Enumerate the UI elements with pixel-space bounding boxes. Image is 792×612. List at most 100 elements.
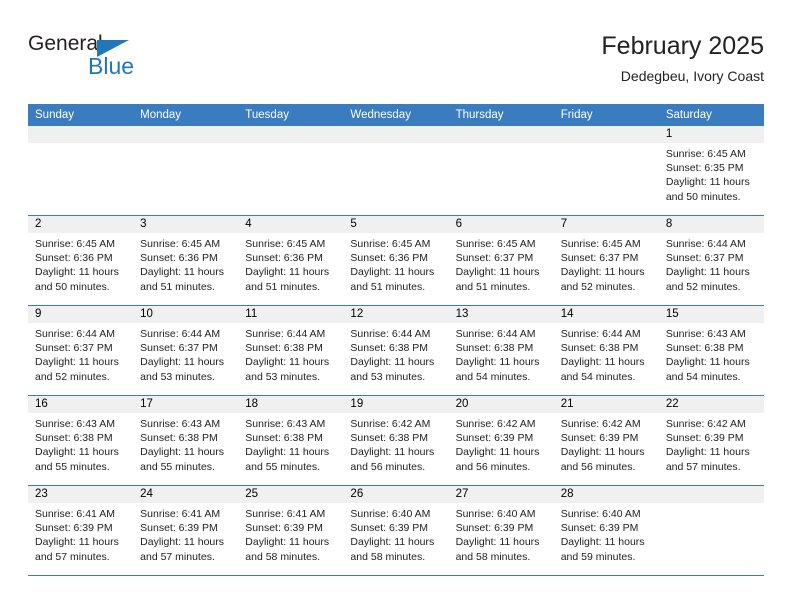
sunset-text: Sunset: 6:39 PM [350, 522, 429, 535]
sunset-text: Sunset: 6:37 PM [560, 252, 639, 265]
calendar-day-cell[interactable]: 9 Sunrise: 6:44 AM Sunset: 6:37 PM Daylight… [28, 305, 134, 396]
sunset-text: Sunset: 6:39 PM [665, 432, 744, 445]
daylight-text: Daylight: 11 hours and 51 minutes. [245, 266, 330, 293]
calendar-day-cell[interactable]: 8 Sunrise: 6:44 AM Sunset: 6:37 PM Daylight… [658, 215, 764, 306]
sunset-text: Sunset: 6:39 PM [245, 522, 323, 535]
calendar-day-cell[interactable]: 15 Sunrise: 6:43 AM Sunset: 6:38 PM Dayligh… [658, 305, 764, 396]
calendar-week-row: 9 Sunrise: 6:44 AM Sunset: 6:37 PM Daylight… [28, 305, 764, 396]
brand-logo: General Blue [28, 32, 228, 88]
sunset-text: Sunset: 6:38 PM [455, 342, 534, 355]
sunrise-text: Sunrise: 6:44 AM [350, 328, 431, 340]
day-number [343, 126, 449, 143]
sunrise-text: Sunrise: 6:41 AM [35, 508, 115, 520]
sunrise-text: Sunrise: 6:41 AM [245, 508, 326, 520]
calendar-day-cell[interactable]: 24 Sunrise: 6:41 AM Sunset: 6:39 PM Dayligh… [133, 485, 239, 576]
calendar-day-cell[interactable]: 1 Sunrise: 6:45 AM Sunset: 6:35 PM Daylight… [658, 126, 764, 216]
day-info: Sunrise: 6:45 AM Sunset: 6:36 PM Daylight:… [28, 233, 133, 294]
daylight-text: Daylight: 11 hours and 58 minutes. [455, 536, 540, 563]
sunrise-text: Sunrise: 6:45 AM [350, 238, 431, 250]
daylight-text: Daylight: 11 hours and 55 minutes. [140, 446, 224, 473]
sunrise-text: Sunrise: 6:44 AM [455, 328, 536, 340]
sunrise-text: Sunrise: 6:44 AM [245, 328, 326, 340]
calendar-day-cell-empty [133, 126, 239, 216]
daylight-text: Daylight: 11 hours and 54 minutes. [455, 356, 540, 383]
daylight-text: Daylight: 11 hours and 50 minutes. [665, 176, 750, 203]
calendar-day-cell[interactable]: 2 Sunrise: 6:45 AM Sunset: 6:36 PM Daylight… [28, 215, 134, 306]
sunset-text: Sunset: 6:38 PM [665, 342, 744, 355]
sunset-text: Sunset: 6:36 PM [350, 252, 429, 265]
calendar-day-cell[interactable]: 5 Sunrise: 6:45 AM Sunset: 6:36 PM Daylight… [343, 215, 449, 306]
calendar-day-cell[interactable]: 16 Sunrise: 6:43 AM Sunset: 6:38 PM Dayligh… [28, 395, 134, 486]
daylight-text: Daylight: 11 hours and 50 minutes. [35, 266, 119, 293]
day-number [448, 126, 554, 143]
sunset-text: Sunset: 6:37 PM [455, 252, 534, 265]
sunrise-text: Sunrise: 6:45 AM [560, 238, 641, 250]
day-info: Sunrise: 6:45 AM Sunset: 6:36 PM Daylight:… [133, 233, 238, 294]
sunset-text: Sunset: 6:38 PM [350, 432, 429, 445]
day-info: Sunrise: 6:43 AM Sunset: 6:38 PM Daylight:… [28, 413, 133, 474]
calendar-header-row: Sunday Monday Tuesday Wednesday Thursday Frid… [28, 104, 764, 126]
day-number: 16 [28, 396, 134, 413]
calendar-day-cell[interactable]: 23 Sunrise: 6:41 AM Sunset: 6:39 PM Dayligh… [28, 485, 134, 576]
calendar-day-cell[interactable]: 7 Sunrise: 6:45 AM Sunset: 6:37 PM Daylight… [553, 215, 659, 306]
sunset-text: Sunset: 6:38 PM [140, 432, 218, 445]
sunrise-text: Sunrise: 6:45 AM [455, 238, 536, 250]
day-number: 7 [553, 216, 659, 233]
day-number: 22 [658, 396, 764, 413]
daylight-text: Daylight: 11 hours and 55 minutes. [245, 446, 330, 473]
sunrise-text: Sunrise: 6:42 AM [455, 418, 536, 430]
calendar-week-row: 2 Sunrise: 6:45 AM Sunset: 6:36 PM Daylight… [28, 215, 764, 306]
weekday-header: Sunday Monday Tuesday Wednesday Thursday Frid… [28, 104, 764, 126]
calendar-day-cell[interactable]: 27 Sunrise: 6:40 AM Sunset: 6:39 PM Dayligh… [448, 485, 554, 576]
sunrise-text: Sunrise: 6:42 AM [560, 418, 641, 430]
calendar-day-cell-empty [28, 126, 134, 216]
daylight-text: Daylight: 11 hours and 59 minutes. [560, 536, 645, 563]
calendar-day-cell[interactable]: 3 Sunrise: 6:45 AM Sunset: 6:36 PM Daylight… [133, 215, 239, 306]
day-number [28, 126, 134, 143]
calendar-day-cell[interactable]: 4 Sunrise: 6:45 AM Sunset: 6:36 PM Daylight… [238, 215, 344, 306]
calendar-day-cell[interactable]: 25 Sunrise: 6:41 AM Sunset: 6:39 PM Dayligh… [238, 485, 344, 576]
calendar-grid: Sunday Monday Tuesday Wednesday Thursday Frid… [28, 104, 764, 576]
weekday-header-saturday: Saturday [658, 104, 764, 126]
daylight-text: Daylight: 11 hours and 53 minutes. [140, 356, 224, 383]
day-info: Sunrise: 6:43 AM Sunset: 6:38 PM Daylight:… [659, 323, 764, 384]
day-number: 8 [658, 216, 764, 233]
day-info: Sunrise: 6:45 AM Sunset: 6:35 PM Daylight:… [659, 143, 764, 204]
day-info: Sunrise: 6:45 AM Sunset: 6:36 PM Daylight:… [238, 233, 343, 294]
calendar-day-cell[interactable]: 18 Sunrise: 6:43 AM Sunset: 6:38 PM Dayligh… [238, 395, 344, 486]
calendar-day-cell[interactable]: 22 Sunrise: 6:42 AM Sunset: 6:39 PM Dayligh… [658, 395, 764, 486]
calendar-day-cell[interactable]: 12 Sunrise: 6:44 AM Sunset: 6:38 PM Dayligh… [343, 305, 449, 396]
day-number: 13 [448, 306, 554, 323]
sunset-text: Sunset: 6:37 PM [140, 342, 218, 355]
sunset-text: Sunset: 6:39 PM [455, 522, 534, 535]
calendar-day-cell[interactable]: 20 Sunrise: 6:42 AM Sunset: 6:39 PM Dayligh… [448, 395, 554, 486]
daylight-text: Daylight: 11 hours and 55 minutes. [35, 446, 119, 473]
sunrise-text: Sunrise: 6:43 AM [140, 418, 221, 430]
daylight-text: Daylight: 11 hours and 53 minutes. [245, 356, 330, 383]
calendar-day-cell[interactable]: 19 Sunrise: 6:42 AM Sunset: 6:38 PM Dayligh… [343, 395, 449, 486]
daylight-text: Daylight: 11 hours and 51 minutes. [455, 266, 540, 293]
day-info: Sunrise: 6:44 AM Sunset: 6:38 PM Daylight:… [238, 323, 343, 384]
calendar-day-cell[interactable]: 13 Sunrise: 6:44 AM Sunset: 6:38 PM Dayligh… [448, 305, 554, 396]
day-number [238, 126, 344, 143]
sunset-text: Sunset: 6:39 PM [455, 432, 534, 445]
sunrise-text: Sunrise: 6:44 AM [560, 328, 641, 340]
sunrise-text: Sunrise: 6:41 AM [140, 508, 221, 520]
day-number [658, 486, 764, 503]
day-number: 27 [448, 486, 554, 503]
calendar-day-cell[interactable]: 11 Sunrise: 6:44 AM Sunset: 6:38 PM Dayligh… [238, 305, 344, 396]
calendar-day-cell[interactable]: 28 Sunrise: 6:40 AM Sunset: 6:39 PM Dayligh… [553, 485, 659, 576]
calendar-day-cell[interactable]: 21 Sunrise: 6:42 AM Sunset: 6:39 PM Dayligh… [553, 395, 659, 486]
day-number: 23 [28, 486, 134, 503]
calendar-day-cell[interactable]: 6 Sunrise: 6:45 AM Sunset: 6:37 PM Daylight… [448, 215, 554, 306]
sunrise-text: Sunrise: 6:44 AM [140, 328, 221, 340]
day-info: Sunrise: 6:40 AM Sunset: 6:39 PM Daylight:… [343, 503, 448, 564]
calendar-day-cell[interactable]: 26 Sunrise: 6:40 AM Sunset: 6:39 PM Dayligh… [343, 485, 449, 576]
daylight-text: Daylight: 11 hours and 52 minutes. [665, 266, 750, 293]
calendar-day-cell[interactable]: 14 Sunrise: 6:44 AM Sunset: 6:38 PM Dayligh… [553, 305, 659, 396]
calendar-day-cell-empty [448, 126, 554, 216]
calendar-day-cell[interactable]: 10 Sunrise: 6:44 AM Sunset: 6:37 PM Dayligh… [133, 305, 239, 396]
daylight-text: Daylight: 11 hours and 58 minutes. [350, 536, 435, 563]
calendar-day-cell[interactable]: 17 Sunrise: 6:43 AM Sunset: 6:38 PM Dayligh… [133, 395, 239, 486]
sunrise-text: Sunrise: 6:45 AM [140, 238, 221, 250]
